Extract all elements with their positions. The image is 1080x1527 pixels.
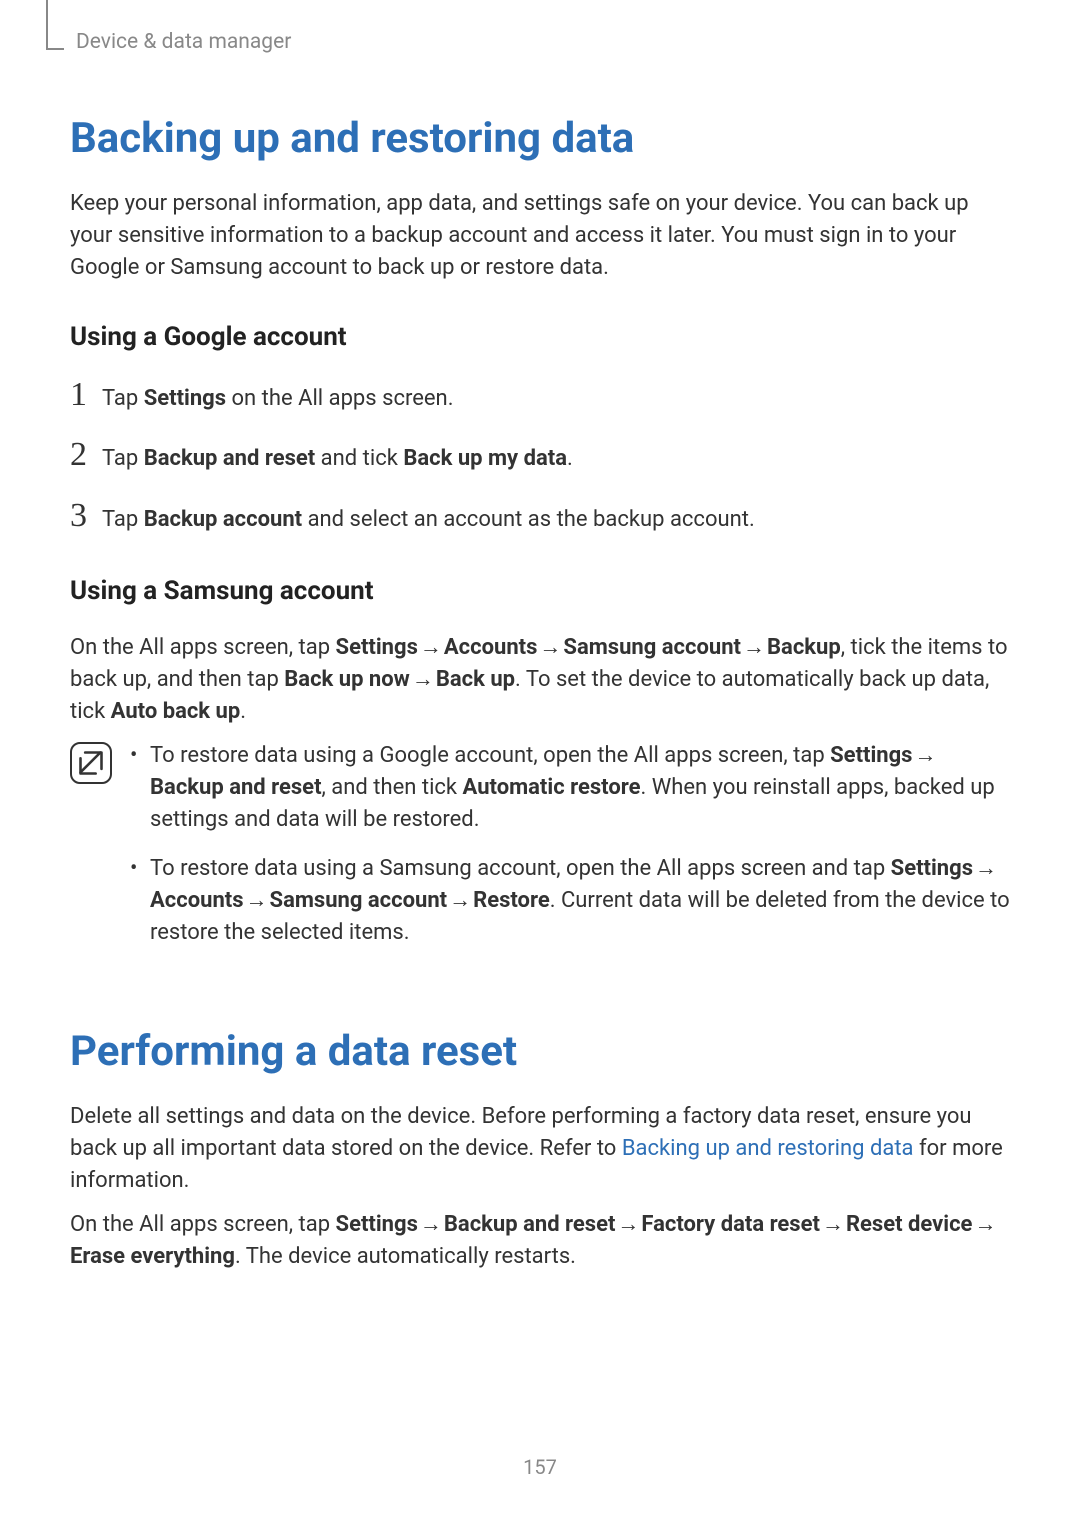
- section-title-backup: Backing up and restoring data: [70, 114, 1010, 163]
- bold-text: Settings: [144, 386, 226, 411]
- note-item-samsung-restore: To restore data using a Samsung account,…: [128, 853, 1010, 949]
- step-number: 3: [70, 499, 102, 533]
- arrow-icon: →: [449, 885, 471, 917]
- arrow-icon: →: [420, 632, 442, 664]
- text-fragment: Tap: [102, 507, 144, 532]
- text-fragment: and select an account as the backup acco…: [302, 507, 755, 532]
- bold-text: Settings: [891, 856, 973, 881]
- reset-paragraph-2: On the All apps screen, tap Settings → B…: [70, 1209, 1010, 1273]
- step-1: 1 Tap Settings on the All apps screen.: [70, 378, 1010, 415]
- step-text: Tap Backup and reset and tick Back up my…: [102, 444, 573, 475]
- bold-text: Back up my data: [403, 446, 567, 471]
- text-fragment: On the All apps screen, tap: [70, 635, 336, 660]
- samsung-paragraph: On the All apps screen, tap Settings → A…: [70, 632, 1010, 728]
- step-2: 2 Tap Backup and reset and tick Back up …: [70, 438, 1010, 475]
- bold-text: Restore: [473, 888, 550, 913]
- bold-text: Settings: [336, 1212, 418, 1237]
- google-steps-list: 1 Tap Settings on the All apps screen. 2…: [70, 378, 1010, 536]
- text-fragment: , and then tick: [322, 775, 463, 800]
- bold-text: Auto back up: [111, 699, 241, 724]
- note-icon-wrap: [70, 740, 128, 967]
- arrow-icon: →: [412, 664, 434, 696]
- page-content: Device & data manager Backing up and res…: [0, 0, 1080, 1325]
- arrow-icon: →: [539, 632, 561, 664]
- bold-text: Erase everything: [70, 1244, 235, 1269]
- bold-text: Reset device: [846, 1212, 973, 1237]
- bold-text: Backup and reset: [444, 1212, 616, 1237]
- text-fragment: . The device automatically restarts.: [235, 1244, 576, 1269]
- bold-text: Back up now: [284, 667, 410, 692]
- bold-text: Samsung account: [563, 635, 741, 660]
- arrow-icon: →: [975, 853, 997, 885]
- step-number: 2: [70, 438, 102, 472]
- text-fragment: Tap: [102, 446, 144, 471]
- link-backup-restore[interactable]: Backing up and restoring data: [622, 1136, 914, 1161]
- reset-paragraph-1: Delete all settings and data on the devi…: [70, 1101, 1010, 1197]
- arrow-icon: →: [974, 1209, 996, 1241]
- note-block: To restore data using a Google account, …: [70, 740, 1010, 967]
- note-icon: [70, 742, 112, 784]
- step-text: Tap Backup account and select an account…: [102, 505, 755, 536]
- arrow-icon: →: [822, 1209, 844, 1241]
- bold-text: Backup and reset: [150, 775, 322, 800]
- arrow-icon: →: [743, 632, 765, 664]
- text-fragment: .: [567, 446, 573, 471]
- breadcrumb: Device & data manager: [76, 30, 1010, 54]
- arrow-icon: →: [617, 1209, 639, 1241]
- arrow-icon: →: [420, 1209, 442, 1241]
- text-fragment: .: [240, 699, 246, 724]
- bold-text: Samsung account: [270, 888, 448, 913]
- step-text: Tap Settings on the All apps screen.: [102, 384, 454, 415]
- bold-text: Settings: [336, 635, 418, 660]
- note-item-google-restore: To restore data using a Google account, …: [128, 740, 1010, 836]
- subsection-title-google: Using a Google account: [70, 322, 1010, 352]
- text-fragment: and tick: [315, 446, 403, 471]
- arrow-icon: →: [246, 885, 268, 917]
- text-fragment: To restore data using a Samsung account,…: [150, 856, 891, 881]
- bold-text: Automatic restore: [463, 775, 641, 800]
- section-title-reset: Performing a data reset: [70, 1027, 1010, 1076]
- bold-text: Backup and reset: [144, 446, 316, 471]
- bold-text: Accounts: [150, 888, 244, 913]
- text-fragment: on the All apps screen.: [226, 386, 453, 411]
- bold-text: Factory data reset: [641, 1212, 820, 1237]
- note-list: To restore data using a Google account, …: [128, 740, 1010, 967]
- text-fragment: On the All apps screen, tap: [70, 1212, 336, 1237]
- bold-text: Back up: [436, 667, 515, 692]
- subsection-title-samsung: Using a Samsung account: [70, 576, 1010, 606]
- step-3: 3 Tap Backup account and select an accou…: [70, 499, 1010, 536]
- page-number: 157: [0, 1455, 1080, 1479]
- header-border-decoration: [46, 0, 64, 50]
- intro-paragraph: Keep your personal information, app data…: [70, 188, 1010, 284]
- arrow-icon: →: [914, 740, 936, 772]
- bold-text: Backup: [767, 635, 841, 660]
- bold-text: Settings: [830, 743, 912, 768]
- bold-text: Accounts: [444, 635, 538, 660]
- bold-text: Backup account: [144, 507, 302, 532]
- text-fragment: To restore data using a Google account, …: [150, 743, 830, 768]
- step-number: 1: [70, 378, 102, 412]
- text-fragment: Tap: [102, 386, 144, 411]
